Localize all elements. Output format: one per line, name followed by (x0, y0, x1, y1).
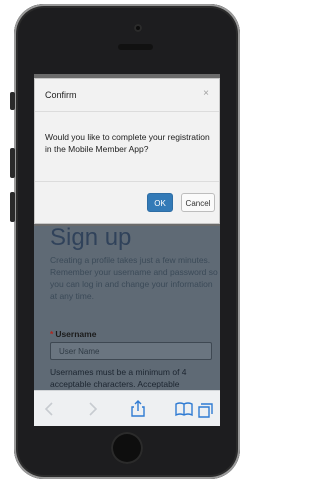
forward-icon[interactable] (82, 399, 102, 419)
ok-button[interactable]: OK (147, 193, 173, 212)
back-icon[interactable] (40, 399, 60, 419)
tabs-icon[interactable] (196, 399, 216, 419)
dialog-header-divider (35, 111, 219, 112)
confirm-dialog: Confirm × Would you like to complete you… (34, 78, 220, 224)
earpiece-speaker (118, 44, 153, 50)
username-input[interactable]: User Name (50, 342, 212, 360)
volume-up-button (10, 148, 15, 178)
dialog-footer-divider (35, 181, 219, 182)
front-camera (134, 24, 142, 32)
dialog-message: Would you like to complete your registra… (45, 132, 210, 154)
mute-switch (10, 92, 15, 110)
username-label-text: Username (55, 329, 97, 339)
page-description: Creating a profile takes just a few minu… (50, 255, 218, 301)
bookmarks-icon[interactable] (174, 399, 194, 419)
phone-screen: Sign up Creating a profile takes just a … (34, 74, 220, 426)
username-label: * Username (50, 329, 96, 339)
username-hint: Usernames must be a minimum of 4 accepta… (50, 367, 187, 389)
browser-toolbar (34, 390, 220, 426)
required-marker: * (50, 329, 54, 339)
cancel-button[interactable]: Cancel (181, 193, 215, 212)
dialog-title: Confirm (45, 90, 77, 100)
share-icon[interactable] (128, 399, 148, 419)
close-icon[interactable]: × (203, 88, 209, 99)
home-button[interactable] (111, 432, 143, 464)
page-title: Sign up (50, 224, 132, 251)
volume-down-button (10, 192, 15, 222)
